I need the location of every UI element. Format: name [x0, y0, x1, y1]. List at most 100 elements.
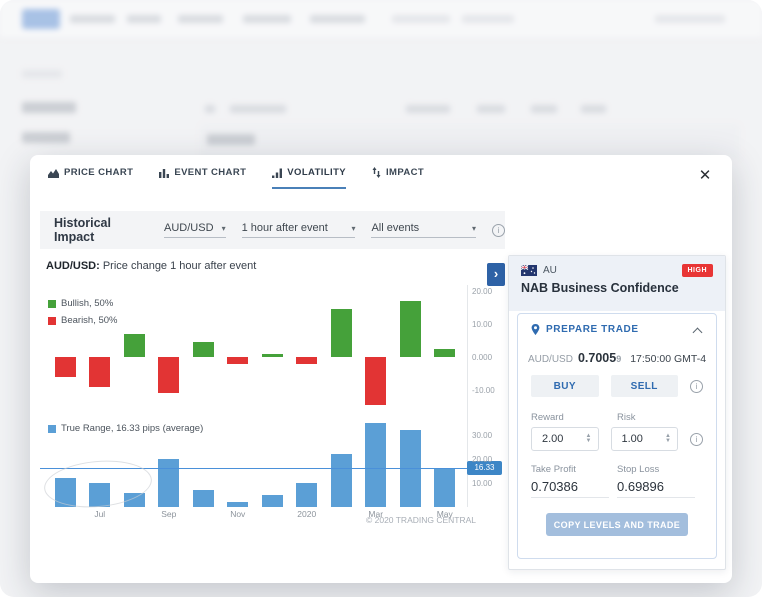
true-range-bar: [227, 502, 248, 507]
stepper-arrows-icon[interactable]: ▲▼: [586, 434, 592, 444]
tab-event-chart[interactable]: EVENT CHART: [159, 167, 246, 189]
controls-info-icon[interactable]: [492, 224, 505, 237]
quote-price: 0.70059: [578, 351, 621, 365]
reward-stepper[interactable]: 2.00 ▲▼: [531, 427, 599, 451]
take-profit-field[interactable]: 0.70386: [531, 479, 609, 498]
event-title: NAB Business Confidence: [521, 281, 713, 295]
true-range-bar: [296, 483, 317, 507]
buy-button[interactable]: BUY: [531, 375, 599, 397]
bearish-bar: [89, 357, 110, 387]
copyright-text: © 2020 TRADING CENTRAL: [366, 515, 476, 525]
true-range-bar: [262, 495, 283, 507]
collapse-chevron-icon[interactable]: [693, 325, 703, 335]
bullish-bar: [262, 354, 283, 357]
chart-subtitle-text: Price change 1 hour after event: [103, 260, 256, 272]
true-range-bar: [158, 459, 179, 507]
axis-tick: Nov: [230, 509, 245, 519]
tab-label: IMPACT: [386, 167, 424, 178]
horizon-select-value: 1 hour after event: [242, 222, 328, 234]
bearish-bar: [227, 357, 248, 364]
prepare-trade-header[interactable]: PREPARE TRADE: [531, 324, 703, 335]
axis-tick: 20.00: [472, 455, 492, 464]
buy-sell-row: BUY SELL: [531, 375, 703, 397]
panel-expand-chevron-icon[interactable]: [487, 263, 505, 286]
bullish-bar: [400, 301, 421, 357]
quote-time: 17:50:00 GMT-4: [630, 353, 706, 365]
bullish-bar: [193, 342, 214, 357]
australia-flag-icon: [521, 265, 537, 276]
risk-label: Risk: [617, 412, 703, 423]
tab-label: EVENT CHART: [174, 167, 246, 178]
chart-subtitle: AUD/USD: Price change 1 hour after event: [46, 260, 256, 272]
prepare-trade-panel: PREPARE TRADE AUD/USD 0.70059 17:50:00 G…: [517, 313, 717, 559]
true-range-bar: [365, 423, 386, 507]
event-header: AU HIGH NAB Business Confidence: [509, 256, 725, 311]
reward-value: 2.00: [542, 433, 563, 445]
chart-subtitle-pair: AUD/USD:: [46, 260, 100, 272]
true-range-bar: [434, 469, 455, 507]
axis-tick: 10.00: [472, 320, 492, 329]
volatility-modal: PRICE CHART EVENT CHART VOLATILITY IMPAC…: [30, 155, 732, 583]
true-range-bar: [331, 454, 352, 507]
stepper-arrows-icon[interactable]: ▲▼: [665, 434, 671, 444]
tp-sl-labels: Take Profit Stop Loss: [531, 464, 703, 475]
modal-tabbar: PRICE CHART EVENT CHART VOLATILITY IMPAC…: [48, 167, 424, 189]
tab-impact[interactable]: IMPACT: [372, 167, 424, 189]
quote-price-main: 0.7005: [578, 351, 616, 365]
events-select-value: All events: [371, 222, 419, 234]
axis-tick: -10.00: [472, 386, 495, 395]
axis-tick: 30.00: [472, 431, 492, 440]
volatility-icon: [272, 168, 282, 178]
price-change-bar-chart: [48, 285, 462, 405]
quote-pair: AUD/USD: [528, 354, 573, 365]
close-icon[interactable]: [696, 167, 714, 185]
reward-risk-labels: Reward Risk: [531, 412, 703, 423]
bearish-bar: [55, 357, 76, 377]
tp-sl-values: 0.70386 0.69896: [531, 478, 703, 498]
event-card: AU HIGH NAB Business Confidence PREPARE …: [508, 255, 726, 570]
axis-tick: Sep: [161, 509, 176, 519]
buy-sell-info-icon[interactable]: [690, 380, 703, 393]
bearish-bar: [365, 357, 386, 405]
sell-button[interactable]: SELL: [611, 375, 679, 397]
stop-loss-field[interactable]: 0.69896: [617, 479, 695, 498]
historical-impact-controls: Historical Impact AUD/USD 1 hour after e…: [40, 211, 505, 249]
axis-tick: 2020: [297, 509, 316, 519]
risk-stepper[interactable]: 1.00 ▲▼: [611, 427, 679, 451]
reward-risk-info-icon[interactable]: [690, 433, 703, 446]
events-filter-select[interactable]: All events: [371, 222, 476, 238]
bearish-bar: [158, 357, 179, 393]
pin-icon: [531, 324, 540, 335]
pair-select-value: AUD/USD: [164, 222, 214, 234]
bearish-bar: [296, 357, 317, 364]
tab-label: PRICE CHART: [64, 167, 133, 178]
stop-loss-label: Stop Loss: [617, 464, 703, 475]
app-screen: PRICE CHART EVENT CHART VOLATILITY IMPAC…: [0, 0, 762, 597]
bullish-bar: [124, 334, 145, 357]
bullish-bar: [434, 349, 455, 357]
event-chart-icon: [159, 168, 169, 178]
price-chart-icon: [48, 168, 59, 178]
horizon-select[interactable]: 1 hour after event: [242, 222, 356, 238]
reward-label: Reward: [531, 412, 617, 423]
copy-levels-and-trade-button[interactable]: COPY LEVELS AND TRADE: [546, 513, 688, 536]
prepare-trade-title: PREPARE TRADE: [546, 324, 687, 335]
quote-price-pipette: 9: [616, 354, 621, 364]
axis-tick: Jul: [94, 509, 105, 519]
impact-icon: [372, 167, 381, 178]
tab-price-chart[interactable]: PRICE CHART: [48, 167, 133, 189]
quote-row: AUD/USD 0.70059 17:50:00 GMT-4: [531, 351, 703, 365]
true-range-bar: [193, 490, 214, 507]
controls-title: Historical Impact: [54, 216, 148, 244]
bullish-bar: [331, 309, 352, 357]
take-profit-label: Take Profit: [531, 464, 617, 475]
tab-label: VOLATILITY: [287, 167, 346, 178]
axis-tick: 10.00: [472, 479, 492, 488]
risk-value: 1.00: [622, 433, 643, 445]
axis-tick: 0.000: [472, 353, 492, 362]
importance-badge: HIGH: [682, 264, 714, 277]
tab-volatility[interactable]: VOLATILITY: [272, 167, 346, 189]
reward-risk-row: 2.00 ▲▼ 1.00 ▲▼: [531, 427, 703, 451]
axis-tick: 20.00: [472, 287, 492, 296]
pair-select[interactable]: AUD/USD: [164, 222, 226, 238]
